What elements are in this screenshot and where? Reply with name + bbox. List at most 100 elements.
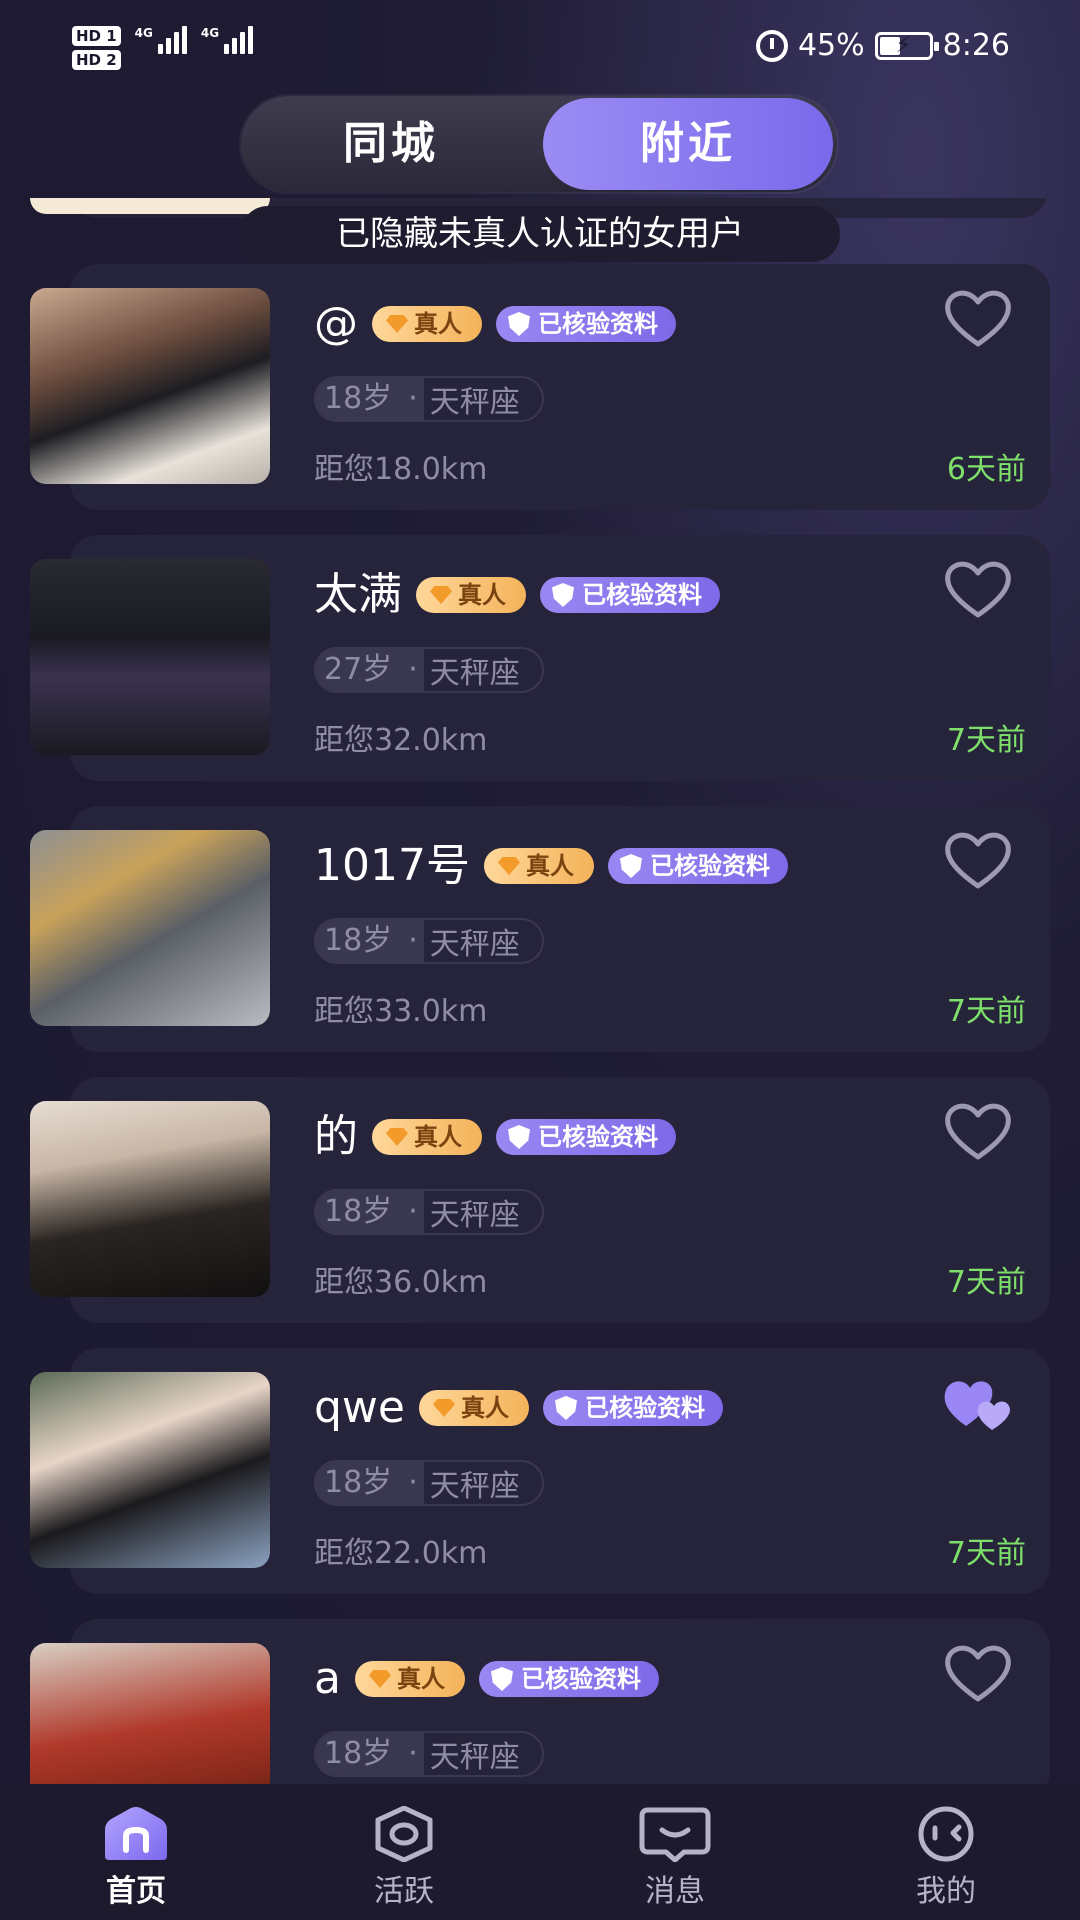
zodiac-text: 天秤座	[429, 385, 520, 420]
shield-check-icon	[555, 1396, 577, 1420]
home-icon	[105, 1807, 167, 1860]
diamond-icon	[386, 1128, 408, 1146]
user-name: 太满	[314, 569, 402, 620]
age-zodiac-pill: 18岁 · 天秤座	[314, 376, 544, 422]
heart-icon[interactable]	[942, 1099, 1014, 1163]
zodiac-text: 天秤座	[429, 656, 520, 691]
real-person-badge: 真人	[354, 1661, 465, 1697]
separator: ·	[402, 1191, 424, 1233]
real-person-label: 真人	[461, 1394, 509, 1422]
bottom-nav: 首页 活跃 消息 我的	[0, 1784, 1080, 1920]
shield-check-icon	[508, 312, 530, 336]
double-heart-icon[interactable]	[942, 1370, 1014, 1434]
zodiac-text: 天秤座	[429, 1469, 520, 1504]
hidden-users-notice: 已隐藏未真人认证的女用户	[240, 206, 840, 262]
age-text: 18岁	[316, 1462, 403, 1504]
age-text: 18岁	[316, 920, 403, 962]
user-photo[interactable]	[30, 288, 270, 484]
distance-text: 距您18.0km	[314, 452, 488, 487]
alarm-icon	[755, 29, 788, 62]
zodiac-text: 天秤座	[429, 1198, 520, 1233]
real-person-badge: 真人	[419, 1390, 529, 1426]
last-active-time: 7天前	[946, 994, 1026, 1029]
distance-text: 距您22.0km	[314, 1536, 488, 1571]
user-photo[interactable]	[30, 830, 270, 1026]
diamond-icon	[430, 586, 452, 604]
last-active-time: 6天前	[946, 452, 1026, 487]
age-zodiac-pill: 27岁 · 天秤座	[314, 647, 544, 693]
age-zodiac-pill: 18岁 · 天秤座	[314, 918, 544, 964]
nav-home[interactable]: 首页	[56, 1806, 216, 1912]
real-person-badge: 真人	[416, 577, 526, 613]
user-photo[interactable]	[30, 1372, 270, 1568]
shield-check-icon	[619, 854, 642, 878]
user-card[interactable]: 太满 真人 已核验资料 27岁 · 天秤座 距您32.0km 7天前	[30, 535, 1050, 781]
real-person-label: 真人	[525, 852, 574, 880]
real-person-badge: 真人	[372, 306, 482, 342]
age-zodiac-pill: 18岁 · 天秤座	[314, 1189, 544, 1235]
age-zodiac-pill: 18岁 · 天秤座	[314, 1731, 544, 1777]
shield-check-icon	[490, 1667, 513, 1691]
last-active-time: 7天前	[946, 723, 1026, 758]
last-active-time: 7天前	[946, 1265, 1026, 1300]
heart-icon[interactable]	[942, 1641, 1014, 1705]
separator: ·	[402, 649, 424, 691]
nav-home-label: 首页	[106, 1874, 166, 1909]
verified-badge: 已核验资料	[496, 1119, 676, 1155]
age-zodiac-pill: 18岁 · 天秤座	[314, 1460, 544, 1506]
net1-label: 4G	[134, 26, 153, 40]
distance-text: 距您33.0km	[314, 994, 488, 1029]
battery-icon: ⚡	[874, 31, 939, 60]
diamond-icon	[368, 1670, 391, 1688]
clock: 8:26	[942, 28, 1010, 63]
real-person-label: 真人	[414, 1123, 462, 1151]
verified-label: 已核验资料	[538, 1123, 658, 1151]
diamond-icon	[497, 857, 520, 875]
verified-badge: 已核验资料	[496, 306, 676, 342]
user-card[interactable]: qwe 真人 已核验资料 18岁 · 天秤座 距您22.0km 7天前	[30, 1348, 1050, 1594]
age-text: 18岁	[316, 378, 403, 420]
distance-text: 距您32.0km	[314, 723, 488, 758]
user-name: a	[314, 1653, 341, 1704]
status-bar: HD 1 HD 2 4G 4G 45% ⚡ 8:26	[0, 0, 1080, 96]
real-person-label: 真人	[396, 1665, 445, 1693]
verified-label: 已核验资料	[649, 852, 770, 880]
verified-label: 已核验资料	[538, 310, 658, 338]
user-card[interactable]: 1017号 真人 已核验资料 18岁 · 天秤座 距您33.0km 7天前	[30, 806, 1050, 1052]
nav-messages[interactable]: 消息	[595, 1806, 755, 1912]
verified-label: 已核验资料	[582, 581, 702, 609]
age-text: 18岁	[316, 1191, 403, 1233]
heart-icon[interactable]	[942, 828, 1014, 892]
separator: ·	[402, 378, 424, 420]
segmented-tabs: 同城 附近	[241, 96, 837, 192]
wink-face-icon	[918, 1806, 974, 1862]
tab-nearby[interactable]: 附近	[543, 98, 833, 190]
user-name: qwe	[314, 1382, 405, 1433]
tab-city[interactable]: 同城	[241, 96, 541, 192]
verified-label: 已核验资料	[585, 1394, 705, 1422]
user-card[interactable]: 的 真人 已核验资料 18岁 · 天秤座 距您36.0km 7天前	[30, 1077, 1050, 1323]
heart-icon[interactable]	[942, 286, 1014, 350]
message-icon	[639, 1807, 711, 1863]
user-name-row: 太满 真人 已核验资料	[314, 565, 720, 625]
nav-mine[interactable]: 我的	[866, 1806, 1026, 1912]
signal-group: HD 1 HD 2 4G 4G	[72, 26, 254, 70]
user-photo[interactable]	[30, 559, 270, 755]
user-card[interactable]: @ 真人 已核验资料 18岁 · 天秤座 距您18.0km 6天前	[30, 264, 1050, 510]
battery-percent: 45%	[797, 28, 865, 63]
user-name-row: a 真人 已核验资料	[314, 1649, 659, 1709]
distance-text: 距您36.0km	[314, 1265, 488, 1300]
age-text: 27岁	[316, 649, 403, 691]
heart-icon[interactable]	[942, 557, 1014, 621]
verified-badge: 已核验资料	[478, 1661, 659, 1697]
shield-check-icon	[552, 583, 574, 607]
nav-messages-label: 消息	[645, 1874, 705, 1909]
nav-active[interactable]: 活跃	[324, 1805, 484, 1912]
hd1-badge: HD 1	[72, 26, 121, 46]
last-active-time: 7天前	[946, 1536, 1026, 1571]
real-person-badge: 真人	[483, 848, 594, 884]
user-photo[interactable]	[30, 1101, 270, 1297]
user-card[interactable]: a 真人 已核验资料 18岁 · 天秤座	[30, 1619, 1050, 1839]
age-text: 18岁	[316, 1733, 403, 1775]
verified-badge: 已核验资料	[543, 1390, 723, 1426]
